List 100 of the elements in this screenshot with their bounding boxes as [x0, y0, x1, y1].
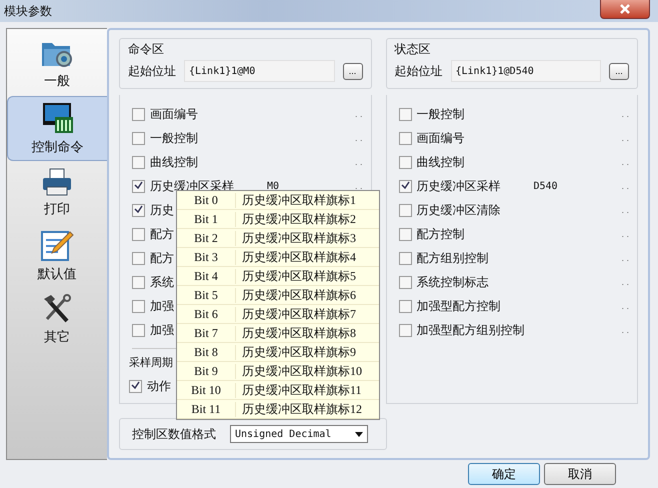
more-button[interactable]: . . — [621, 133, 629, 143]
monitor-icon — [40, 101, 74, 135]
checkbox[interactable] — [129, 380, 142, 392]
checkbox[interactable] — [398, 324, 412, 336]
checkbox[interactable] — [132, 324, 145, 336]
checkbox-label: 配方控制 — [416, 226, 464, 242]
checkbox-label: 历史 — [150, 202, 174, 218]
checkbox-label: 曲线控制 — [416, 154, 464, 170]
checkbox[interactable] — [132, 108, 145, 120]
checkbox[interactable] — [132, 156, 145, 168]
format-dropdown[interactable]: Unsigned Decimal — [230, 425, 368, 443]
checkbox-label: 画面编号 — [416, 130, 464, 146]
flag-name: 历史缓冲区取样旗标3 — [241, 230, 356, 246]
checkbox[interactable] — [398, 228, 412, 240]
bit-label: Bit 9 — [177, 364, 236, 378]
address-value: D540 — [534, 180, 558, 192]
more-button[interactable]: . . — [621, 205, 629, 215]
checkbox[interactable] — [398, 108, 412, 120]
flag-name: 历史缓冲区取样旗标1 — [241, 192, 356, 208]
group-title: 状态区 — [394, 42, 432, 56]
checkbox-label: 配方 — [150, 250, 174, 266]
checkbox-label: 动作 — [147, 378, 171, 394]
sidebar-item[interactable]: 一般 — [7, 33, 107, 94]
bit-label: Bit 3 — [177, 250, 236, 264]
checkbox[interactable] — [132, 276, 145, 288]
close-icon — [620, 4, 630, 14]
checkbox-label: 系统控制标志 — [416, 274, 488, 290]
checkbox-label: 系统 — [150, 274, 174, 290]
more-button[interactable]: . . — [621, 325, 629, 335]
more-button[interactable]: . . — [621, 229, 629, 239]
checkbox[interactable] — [398, 132, 412, 144]
flag-name: 历史缓冲区取样旗标7 — [241, 306, 356, 322]
cancel-button[interactable]: 取消 — [544, 463, 616, 485]
bit-label: Bit 7 — [177, 326, 236, 340]
more-button[interactable]: . . — [621, 277, 629, 287]
more-button[interactable]: . . — [621, 301, 629, 311]
checkbox[interactable] — [132, 228, 145, 240]
checkbox-label: 配方 — [150, 226, 174, 242]
checkbox[interactable] — [398, 276, 412, 288]
sidebar-item[interactable]: 打印 — [7, 163, 107, 222]
bit-label: Bit 5 — [177, 288, 236, 302]
bit-label: Bit 4 — [177, 268, 236, 284]
bit-label: Bit 11 — [177, 402, 236, 416]
bit-label: Bit 0 — [177, 192, 236, 208]
bit-label: Bit 1 — [177, 212, 236, 226]
address-field[interactable]: {Link1}1@D540 — [450, 60, 601, 82]
checkbox-label: 曲线控制 — [150, 154, 198, 170]
flag-name: 历史缓冲区取样旗标5 — [241, 268, 356, 284]
more-button[interactable]: . . — [621, 109, 629, 119]
bit-label: Bit 2 — [177, 230, 236, 246]
checkbox[interactable] — [398, 252, 412, 264]
window-title: 模块参数 — [4, 2, 52, 20]
checkbox-label: 加强 — [150, 322, 174, 338]
sidebar-item[interactable]: 默认值 — [7, 224, 107, 287]
more-button[interactable]: . . — [621, 253, 629, 263]
flag-name: 历史缓冲区取样旗标10 — [241, 362, 362, 380]
field-label: 起始位址 — [394, 62, 442, 80]
checkbox[interactable] — [398, 300, 412, 312]
checkbox-label: 一般控制 — [416, 106, 464, 122]
checkbox[interactable] — [132, 300, 145, 312]
ok-button[interactable]: 确定 — [468, 463, 540, 485]
more-button[interactable]: . . — [621, 181, 629, 191]
checkbox-label: 一般控制 — [150, 130, 198, 146]
bit-label: Bit 6 — [177, 306, 236, 322]
flag-name: 历史缓冲区取样旗标2 — [241, 210, 356, 228]
close-button[interactable] — [600, 0, 650, 19]
checkbox[interactable] — [398, 204, 412, 216]
checkbox[interactable] — [132, 204, 145, 216]
checkbox-label: 画面编号 — [150, 106, 198, 122]
checkbox[interactable] — [398, 156, 412, 168]
checkbox-label: 加强型配方组别控制 — [416, 322, 524, 338]
more-button[interactable]: . . — [354, 181, 362, 191]
more-button[interactable]: . . — [354, 133, 362, 143]
more-button[interactable]: . . — [354, 157, 362, 167]
sampling-label: 采样周期 — [129, 355, 173, 370]
flag-name: 历史缓冲区取样旗标11 — [241, 382, 362, 398]
flag-name: 历史缓冲区取样旗标8 — [241, 324, 356, 342]
checkbox-label: 历史缓冲区采样 — [416, 178, 500, 194]
checkbox[interactable] — [132, 252, 145, 264]
checkbox[interactable] — [398, 180, 412, 192]
sidebar-item[interactable]: 其它 — [7, 289, 107, 350]
checkbox[interactable] — [132, 132, 145, 144]
bit-label: Bit 8 — [177, 344, 236, 360]
group-title: 命令区 — [128, 42, 165, 56]
flag-name: 历史缓冲区取样旗标4 — [241, 248, 356, 266]
printer-icon — [41, 167, 73, 197]
more-button[interactable]: . . — [354, 109, 362, 119]
browse-button[interactable]: ... — [342, 62, 362, 80]
address-field[interactable]: {Link1}1@M0 — [184, 60, 334, 82]
bit-label: Bit 10 — [177, 382, 236, 398]
more-button[interactable]: . . — [621, 157, 629, 167]
checkbox-label: 配方组别控制 — [416, 250, 488, 266]
address-value: M0 — [267, 180, 280, 192]
browse-button[interactable]: ... — [609, 62, 629, 80]
notepad-pencil-icon — [40, 228, 74, 262]
flag-name: 历史缓冲区取样旗标9 — [241, 344, 356, 360]
flag-name: 历史缓冲区取样旗标6 — [241, 286, 356, 304]
checkbox[interactable] — [132, 180, 145, 192]
field-label: 起始位址 — [128, 62, 176, 80]
sidebar-item[interactable]: 控制命令 — [7, 96, 107, 161]
